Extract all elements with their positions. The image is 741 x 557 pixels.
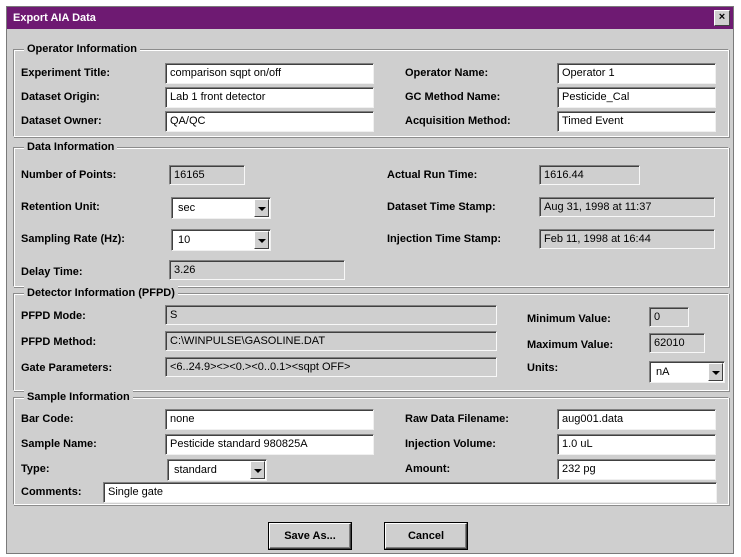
dataset-origin-field[interactable]: Lab 1 front detector (165, 87, 374, 108)
type-value: standard (174, 464, 217, 476)
bar-code-field[interactable]: none (165, 409, 374, 430)
amount-field[interactable]: 232 pg (557, 459, 716, 480)
experiment-title-label: Experiment Title: (21, 67, 111, 79)
min-value-value: 0 (649, 307, 689, 327)
gc-method-field[interactable]: Pesticide_Cal (557, 87, 716, 108)
sample-info-title: Sample Information (24, 390, 133, 404)
type-label: Type: (21, 463, 50, 475)
delay-time-label: Delay Time: (21, 266, 83, 278)
delay-time-value: 3.26 (169, 260, 345, 280)
experiment-title-field[interactable]: comparison sqpt on/off (165, 63, 374, 84)
raw-filename-label: Raw Data Filename: (405, 413, 509, 425)
num-points-value: 16165 (169, 165, 245, 185)
operator-info-title: Operator Information (24, 42, 141, 56)
sample-name-label: Sample Name: (21, 438, 97, 450)
actual-run-time-label: Actual Run Time: (387, 169, 478, 181)
dataset-owner-label: Dataset Owner: (21, 115, 102, 127)
sample-name-field[interactable]: Pesticide standard 980825A (165, 434, 374, 455)
save-as-button[interactable]: Save As... (269, 523, 351, 549)
units-value: nA (656, 366, 670, 378)
chevron-down-icon[interactable] (254, 231, 269, 249)
num-points-label: Number of Points: (21, 169, 117, 181)
injection-volume-field[interactable]: 1.0 uL (557, 434, 716, 455)
gate-params-value: <6..24.9><><0.><0..0.1><sqpt OFF> (165, 357, 497, 377)
operator-name-label: Operator Name: (405, 67, 489, 79)
detector-info-title: Detector Information (PFPD) (24, 286, 178, 300)
actual-run-time-value: 1616.44 (539, 165, 640, 185)
raw-filename-field[interactable]: aug001.data (557, 409, 716, 430)
dataset-owner-field[interactable]: QA/QC (165, 111, 374, 132)
close-icon[interactable]: × (714, 10, 730, 26)
pfpd-mode-value: S (165, 305, 497, 325)
max-value-value: 62010 (649, 333, 705, 353)
pfpd-mode-label: PFPD Mode: (21, 310, 86, 322)
window-title: Export AIA Data (13, 12, 96, 24)
sampling-rate-value: 10 (178, 234, 191, 246)
operator-name-field[interactable]: Operator 1 (557, 63, 716, 84)
amount-label: Amount: (405, 463, 451, 475)
title-bar[interactable]: Export AIA Data × (7, 7, 733, 29)
sampling-rate-select[interactable]: 10 (171, 229, 271, 251)
comments-label: Comments: (21, 486, 82, 498)
acquisition-method-field[interactable]: Timed Event (557, 111, 716, 132)
gate-params-label: Gate Parameters: (21, 362, 113, 374)
chevron-down-icon[interactable] (254, 199, 269, 217)
injection-time-stamp-label: Injection Time Stamp: (387, 233, 502, 245)
cancel-button[interactable]: Cancel (385, 523, 467, 549)
retention-unit-label: Retention Unit: (21, 201, 100, 213)
pfpd-method-label: PFPD Method: (21, 336, 97, 348)
max-value-label: Maximum Value: (527, 339, 614, 351)
comments-field[interactable]: Single gate (103, 482, 717, 503)
pfpd-method-value: C:\WINPULSE\GASOLINE.DAT (165, 331, 497, 351)
units-label: Units: (527, 362, 559, 374)
injection-volume-label: Injection Volume: (405, 438, 496, 450)
gc-method-label: GC Method Name: (405, 91, 501, 103)
retention-unit-value: sec (178, 202, 196, 214)
units-select[interactable]: nA (649, 361, 725, 383)
sampling-rate-label: Sampling Rate (Hz): (21, 233, 125, 245)
min-value-label: Minimum Value: (527, 313, 611, 325)
data-info-title: Data Information (24, 140, 118, 154)
bar-code-label: Bar Code: (21, 413, 74, 425)
injection-time-stamp-value: Feb 11, 1998 at 16:44 (539, 229, 715, 249)
chevron-down-icon[interactable] (708, 363, 723, 381)
dataset-time-stamp-value: Aug 31, 1998 at 11:37 (539, 197, 715, 217)
retention-unit-select[interactable]: sec (171, 197, 271, 219)
dataset-origin-label: Dataset Origin: (21, 91, 100, 103)
acquisition-method-label: Acquisition Method: (405, 115, 511, 127)
export-aia-dialog: Export AIA Data × Operator Information E… (6, 6, 734, 554)
chevron-down-icon[interactable] (250, 461, 265, 479)
type-select[interactable]: standard (167, 459, 267, 481)
dataset-time-stamp-label: Dataset Time Stamp: (387, 201, 496, 213)
